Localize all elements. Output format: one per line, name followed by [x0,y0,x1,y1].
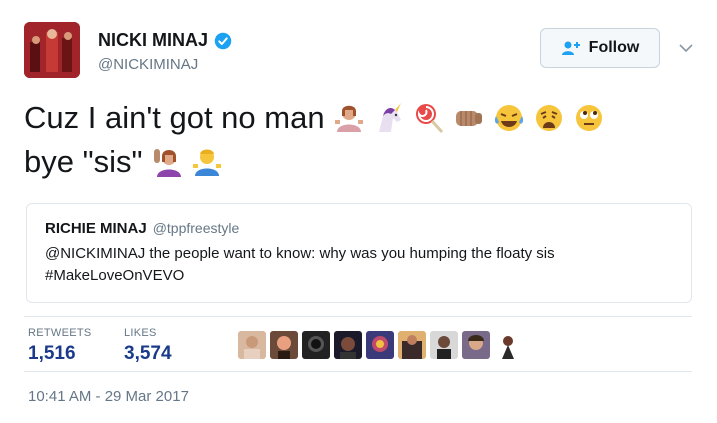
liker-avatar[interactable] [270,331,298,359]
likes-stat[interactable]: LIKES 3,574 [124,327,172,365]
man-shrugging-icon [192,149,221,176]
quote-header: RICHIE MINAJ @tppfreestyle [45,220,673,237]
quote-hashtag[interactable]: #MakeLoveOnVEVO [45,265,673,287]
quote-user-name[interactable]: RICHIE MINAJ [45,220,147,237]
liker-avatars [238,331,522,359]
chevron-down-icon[interactable] [678,40,694,56]
lollipop-icon [415,104,443,134]
liker-avatar[interactable] [302,331,330,359]
user-name-row[interactable]: NICKI MINAJ [98,30,232,51]
liker-avatar[interactable] [430,331,458,359]
tweet-header: NICKI MINAJ @NICKIMINAJ Follow [20,20,700,80]
fist-bump-icon [455,111,482,126]
liker-avatar[interactable] [494,331,522,359]
tears-of-joy-icon [494,105,523,131]
tweet-text-line-1: Cuz I ain't got no man [24,100,325,135]
retweets-value: 1,516 [28,343,76,364]
user-name[interactable]: NICKI MINAJ [98,30,208,51]
quote-text: @NICKIMINAJ the people want to know: why… [45,245,555,262]
likes-label: LIKES [124,327,157,339]
likes-value: 3,574 [124,343,172,364]
liker-avatar[interactable] [462,331,490,359]
profile-avatar[interactable] [24,22,80,78]
woman-raising-hand-icon [153,149,181,177]
tweet-timestamp[interactable]: 10:41 AM - 29 Mar 2017 [28,388,189,405]
woman-shrugging-icon [334,105,363,132]
tweet-line-2: bye "sis" [24,140,704,184]
quoted-tweet[interactable]: RICHIE MINAJ @tppfreestyle @NICKIMINAJ t… [26,203,692,303]
quote-body: @NICKIMINAJ the people want to know: why… [45,243,673,287]
unicorn-icon [378,103,401,132]
liker-avatar[interactable] [398,331,426,359]
retweets-stat[interactable]: RETWEETS 1,516 [28,327,92,365]
user-handle[interactable]: @NICKIMINAJ [98,56,198,73]
retweets-label: RETWEETS [28,327,92,339]
liker-avatar[interactable] [366,331,394,359]
add-user-icon [561,41,580,55]
rolling-eyes-icon [575,105,602,131]
follow-button[interactable]: Follow [540,28,660,68]
tweet-line-1: Cuz I ain't got no man [24,96,704,140]
liker-avatar[interactable] [334,331,362,359]
quote-user-handle[interactable]: @tppfreestyle [153,220,240,236]
tweet-stats: RETWEETS 1,516 LIKES 3,574 [24,316,692,372]
verified-badge-icon [214,32,232,49]
tweet-body: Cuz I ain't got no man bye "sis" [24,96,704,184]
tweet-text-line-2: bye "sis" [24,144,143,179]
weary-face-icon [535,105,562,131]
follow-button-label: Follow [588,39,640,56]
liker-avatar[interactable] [238,331,266,359]
